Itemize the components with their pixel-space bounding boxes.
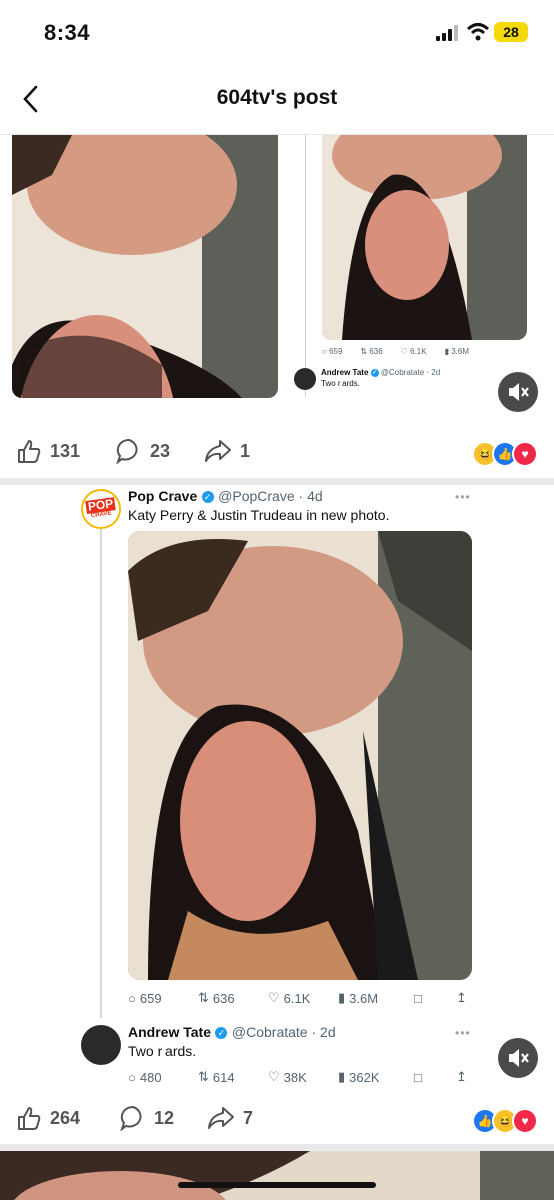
bookmark-icon[interactable]: □ [414, 990, 456, 1006]
tweet-views: ▮ 3.6M [338, 990, 379, 1006]
comment-icon [120, 1105, 142, 1131]
post2-share-count: 7 [243, 1107, 254, 1128]
home-indicator[interactable] [178, 1182, 376, 1188]
reply-repost-button[interactable]: ⇅ 614 [198, 1069, 268, 1085]
battery-indicator: 28 [494, 22, 528, 42]
love-reaction-icon: ♥ [512, 441, 538, 467]
reply-text: Two r ards. [128, 1043, 197, 1059]
thread-line [100, 528, 102, 1018]
post1-divider [305, 135, 306, 397]
mute-button[interactable] [498, 372, 538, 412]
speaker-muted-icon [509, 383, 529, 401]
mini-reply-name: Andrew Tate ✓ @Cobratate · 2d [321, 368, 441, 377]
reply-stats: ○ 480 ⇅ 614 ♡ 38K ▮ 362K □ ↥ [128, 1069, 472, 1085]
reply-author-handle: @Cobratate · 2d [231, 1024, 336, 1040]
mini-reply-avatar [294, 368, 316, 390]
share-up-icon[interactable]: ↥ [456, 990, 467, 1006]
reply-more-icon[interactable]: ••• [455, 1026, 471, 1040]
speaker-muted-icon [509, 1049, 529, 1067]
share-icon [205, 440, 231, 462]
bookmark-icon[interactable]: □ [414, 1069, 456, 1085]
post1-mini-stats: ○ 659 ⇅ 636 ♡ 6.1K ▮ 3.6M [322, 347, 532, 356]
status-time: 8:34 [44, 20, 91, 45]
tweet-photo[interactable] [128, 531, 472, 980]
next-post-photo[interactable] [0, 1151, 554, 1200]
post1-comment-count: 23 [150, 440, 171, 461]
mini-views: ▮ 3.6M [444, 347, 470, 356]
reply-reply-button[interactable]: ○ 480 [128, 1069, 198, 1085]
mini-likes: ♡ 6.1K [400, 347, 427, 356]
post1-reaction-summary[interactable]: 😆 👍 ♥ [472, 441, 538, 467]
tweet-stats: ○ 659 ⇅ 636 ♡ 6.1K ▮ 3.6M □ ↥ [128, 990, 472, 1006]
post2-reaction-summary[interactable]: 👍 😆 ♥ [472, 1108, 538, 1134]
post-separator [0, 478, 554, 485]
tweet-author-handle: @PopCrave · 4d [218, 488, 323, 504]
signal-icon [436, 25, 460, 41]
mute-button-2[interactable] [498, 1038, 538, 1078]
thumbs-up-icon [18, 440, 41, 463]
tweet-more-icon[interactable]: ••• [455, 490, 471, 504]
tweet-repost-button[interactable]: ⇅ 636 [198, 990, 268, 1006]
post2-comment-count: 12 [154, 1107, 175, 1128]
reply-avatar [81, 1025, 121, 1065]
tweet-reply-button[interactable]: ○ 659 [128, 990, 198, 1006]
post2-share-button[interactable]: 7 [207, 1105, 253, 1131]
tweet-author-name: Pop Crave [128, 488, 198, 504]
share-up-icon[interactable]: ↥ [456, 1069, 467, 1085]
wifi-icon [466, 22, 490, 42]
mini-reply-text: Two r ards. [321, 379, 360, 388]
reply-views: ▮ 362K [338, 1069, 380, 1085]
mini-replies: ○ 659 [322, 347, 343, 356]
post1-photo-left[interactable] [12, 135, 278, 398]
mini-reposts: ⇅ 636 [360, 347, 383, 356]
thumbs-up-icon [18, 1107, 41, 1130]
post1-photo-right[interactable] [322, 135, 527, 340]
popcrave-avatar: POP CRAVE [81, 489, 121, 529]
share-icon [208, 1107, 234, 1129]
post2-like-button[interactable]: 264 [16, 1105, 80, 1131]
comment-icon [116, 438, 138, 464]
post1-share-button[interactable]: 1 [204, 438, 250, 464]
love-reaction-icon: ♥ [512, 1108, 538, 1134]
tweet-header: Pop Crave ✓ @PopCrave · 4d [128, 488, 323, 506]
post1-comment-button[interactable]: 23 [116, 438, 170, 464]
reply-header: Andrew Tate ✓ @Cobratate · 2d [128, 1024, 336, 1042]
post1-like-count: 131 [50, 440, 81, 461]
tweet-text: Katy Perry & Justin Trudeau in new photo… [128, 507, 390, 523]
tweet-like-button[interactable]: ♡ 6.1K [268, 990, 338, 1006]
post1-share-count: 1 [240, 440, 251, 461]
verified-icon: ✓ [215, 1026, 228, 1039]
reply-like-button[interactable]: ♡ 38K [268, 1069, 338, 1085]
post2-comment-button[interactable]: 12 [120, 1105, 174, 1131]
reply-author-name: Andrew Tate [128, 1024, 211, 1040]
post1-like-button[interactable]: 131 [16, 438, 80, 464]
post2-like-count: 264 [50, 1107, 81, 1128]
page-title: 604tv's post [216, 86, 338, 109]
post-separator-2 [0, 1144, 554, 1151]
verified-icon: ✓ [201, 490, 214, 503]
